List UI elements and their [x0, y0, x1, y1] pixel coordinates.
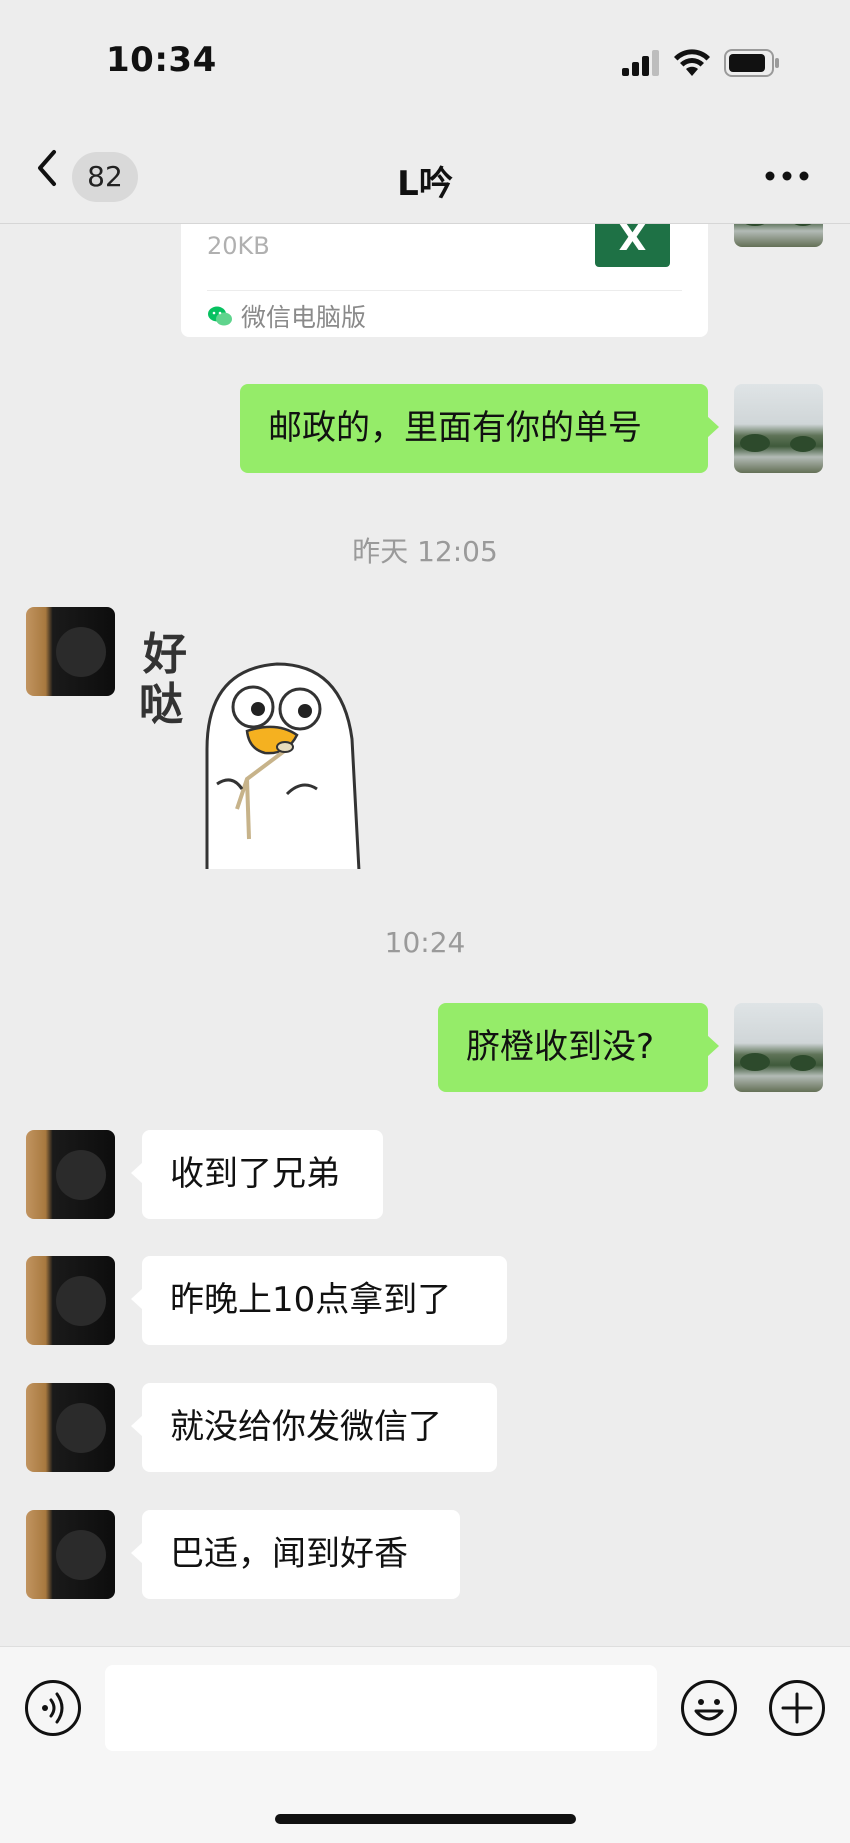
friend-avatar[interactable]	[26, 1130, 115, 1219]
incoming-message[interactable]: 昨晚上10点拿到了	[131, 1256, 507, 1345]
chat-title: L吟	[397, 164, 453, 204]
friend-avatar[interactable]	[26, 1256, 115, 1345]
file-message-card[interactable]: 20KB X 微信电脑版	[181, 224, 708, 337]
sticker-text-2: 哒	[139, 679, 183, 730]
voice-icon[interactable]	[24, 1679, 82, 1737]
status-time: 10:34	[106, 40, 217, 80]
self-avatar[interactable]	[734, 1003, 823, 1092]
divider	[207, 290, 682, 291]
friend-avatar[interactable]	[26, 1383, 115, 1472]
sticker-duck[interactable]: 好 哒	[137, 609, 417, 869]
status-bar: 10:34	[0, 0, 850, 110]
file-size: 20KB	[207, 232, 270, 260]
signal-icon	[622, 50, 659, 76]
battery-icon	[724, 49, 779, 77]
excel-file-icon: X	[595, 224, 670, 267]
more-icon[interactable]	[764, 170, 810, 182]
self-avatar[interactable]	[734, 224, 823, 247]
friend-avatar[interactable]	[26, 607, 115, 696]
file-source: 微信电脑版	[207, 298, 366, 334]
incoming-message[interactable]: 收到了兄弟	[131, 1130, 383, 1219]
outgoing-message[interactable]: 邮政的，里面有你的单号	[240, 384, 719, 473]
file-source-label: 微信电脑版	[241, 303, 367, 332]
emoji-icon[interactable]	[680, 1679, 738, 1737]
timestamp: 昨天 12:05	[352, 535, 498, 568]
timestamp: 10:24	[384, 926, 466, 959]
incoming-message[interactable]: 就没给你发微信了	[131, 1383, 497, 1472]
friend-avatar[interactable]	[26, 1510, 115, 1599]
message-input[interactable]	[105, 1665, 657, 1751]
add-icon[interactable]	[768, 1679, 826, 1737]
wifi-icon	[674, 49, 710, 76]
self-avatar[interactable]	[734, 384, 823, 473]
wechat-icon	[208, 306, 232, 326]
outgoing-message[interactable]: 脐橙收到没?	[438, 1003, 719, 1092]
status-icons	[622, 46, 780, 80]
nav-bar: 82 L吟	[0, 110, 850, 224]
message-list[interactable]: 20KB X 微信电脑版 邮政的，里面有你的单号 昨天 12:05 好 哒 10…	[0, 224, 850, 1646]
incoming-message[interactable]: 巴适，闻到好香	[131, 1510, 460, 1599]
home-indicator	[275, 1814, 576, 1824]
sticker-text-1: 好	[142, 629, 187, 680]
